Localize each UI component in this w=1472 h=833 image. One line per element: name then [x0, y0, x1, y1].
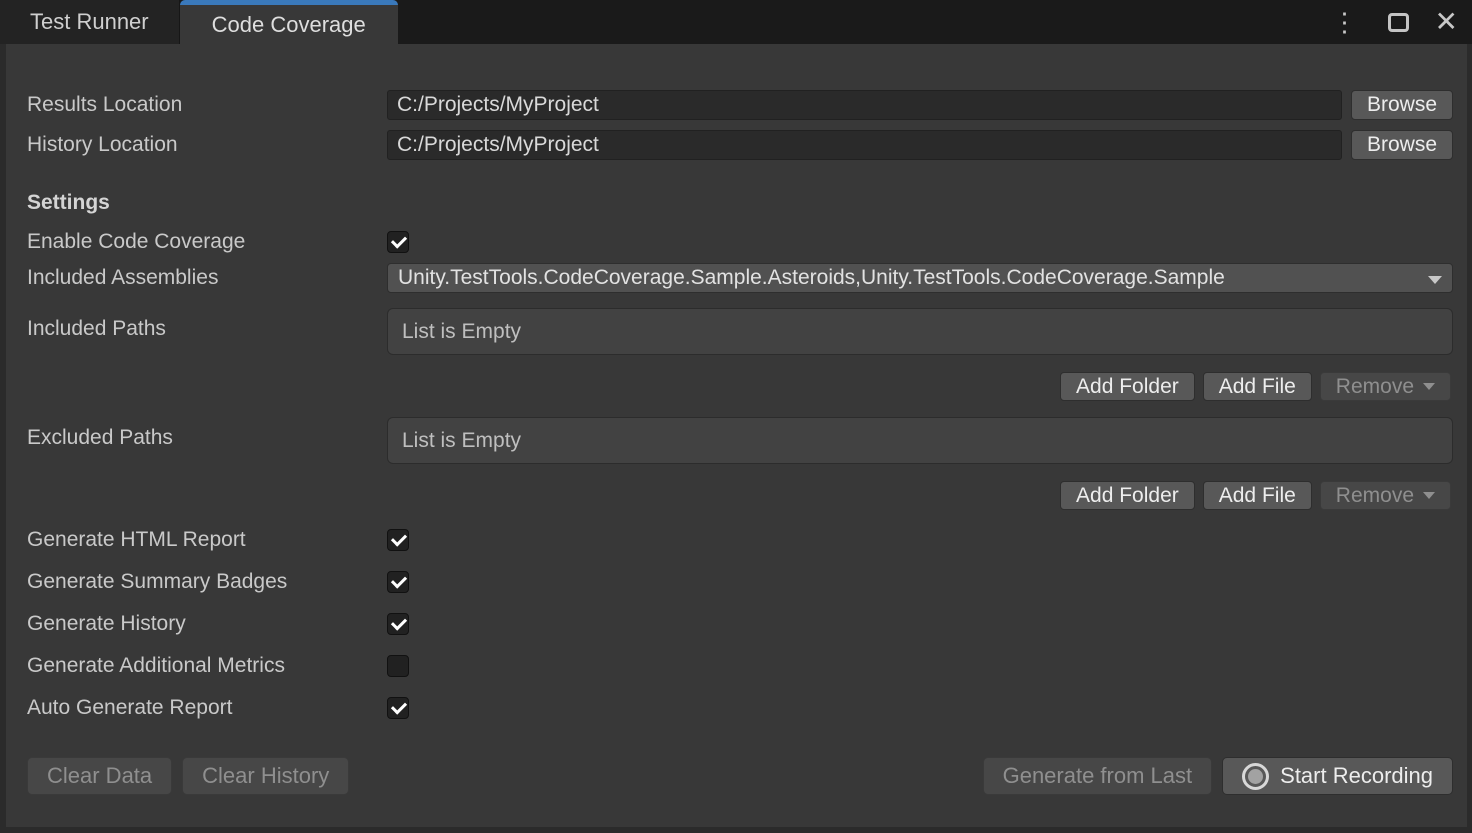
results-location-label: Results Location	[6, 93, 387, 117]
included-remove-button[interactable]: Remove	[1320, 372, 1451, 401]
excluded-remove-label: Remove	[1336, 484, 1414, 508]
chevron-down-icon	[1423, 383, 1435, 390]
generate-additional-metrics-row: Generate Additional Metrics	[6, 654, 1453, 678]
excluded-paths-buttons: Add Folder Add File Remove	[6, 481, 1451, 510]
tab-test-runner-label: Test Runner	[30, 9, 149, 35]
clear-data-button[interactable]: Clear Data	[27, 757, 172, 795]
window-controls: ⋮ ✕	[1328, 0, 1458, 44]
enable-code-coverage-checkbox[interactable]	[387, 231, 409, 253]
generate-summary-badges-label: Generate Summary Badges	[6, 570, 387, 594]
results-location-row: Results Location C:/Projects/MyProject B…	[6, 90, 1453, 120]
excluded-paths-empty-text: List is Empty	[402, 429, 521, 453]
tab-test-runner[interactable]: Test Runner	[0, 0, 180, 44]
tab-code-coverage-label: Code Coverage	[212, 12, 366, 38]
auto-generate-report-label: Auto Generate Report	[6, 696, 387, 720]
results-browse-button[interactable]: Browse	[1351, 90, 1453, 120]
generate-summary-badges-row: Generate Summary Badges	[6, 570, 1453, 594]
record-icon	[1242, 763, 1269, 790]
included-assemblies-value: Unity.TestTools.CodeCoverage.Sample.Aste…	[398, 266, 1225, 290]
excluded-remove-button[interactable]: Remove	[1320, 481, 1451, 510]
enable-code-coverage-label: Enable Code Coverage	[6, 230, 387, 254]
content-area: Results Location C:/Projects/MyProject B…	[6, 44, 1467, 827]
excluded-paths-label: Excluded Paths	[6, 423, 387, 453]
tab-bar: Test Runner Code Coverage ⋮ ✕	[0, 0, 1472, 44]
excluded-paths-row: Excluded Paths List is Empty	[6, 417, 1453, 464]
history-location-label: History Location	[6, 133, 387, 157]
code-coverage-window: Test Runner Code Coverage ⋮ ✕ Results Lo…	[0, 0, 1472, 833]
chevron-down-icon	[1428, 276, 1442, 284]
included-assemblies-dropdown[interactable]: Unity.TestTools.CodeCoverage.Sample.Aste…	[387, 263, 1453, 293]
auto-generate-report-checkbox[interactable]	[387, 697, 409, 719]
generate-history-checkbox[interactable]	[387, 613, 409, 635]
history-location-input[interactable]: C:/Projects/MyProject	[387, 130, 1342, 160]
start-recording-label: Start Recording	[1280, 763, 1433, 789]
generate-html-report-label: Generate HTML Report	[6, 528, 387, 552]
included-paths-empty-text: List is Empty	[402, 320, 521, 344]
settings-header-row: Settings	[6, 191, 1453, 215]
included-assemblies-row: Included Assemblies Unity.TestTools.Code…	[6, 263, 1453, 293]
clear-history-button[interactable]: Clear History	[182, 757, 349, 795]
generate-history-row: Generate History	[6, 612, 1453, 636]
included-paths-buttons: Add Folder Add File Remove	[6, 372, 1451, 401]
history-location-row: History Location C:/Projects/MyProject B…	[6, 130, 1453, 160]
start-recording-button[interactable]: Start Recording	[1222, 757, 1453, 795]
auto-generate-report-row: Auto Generate Report	[6, 696, 1453, 720]
results-location-input[interactable]: C:/Projects/MyProject	[387, 90, 1342, 120]
included-paths-row: Included Paths List is Empty	[6, 308, 1453, 355]
kebab-menu-icon[interactable]: ⋮	[1328, 9, 1362, 35]
included-paths-list[interactable]: List is Empty	[387, 308, 1453, 355]
generate-summary-badges-checkbox[interactable]	[387, 571, 409, 593]
settings-header: Settings	[6, 191, 110, 215]
tab-code-coverage[interactable]: Code Coverage	[180, 0, 398, 44]
excluded-paths-list[interactable]: List is Empty	[387, 417, 1453, 464]
enable-code-coverage-row: Enable Code Coverage	[6, 230, 1453, 254]
maximize-icon[interactable]	[1388, 13, 1409, 32]
included-remove-label: Remove	[1336, 375, 1414, 399]
chevron-down-icon	[1423, 492, 1435, 499]
footer-left-group: Clear Data Clear History	[27, 757, 349, 795]
generate-additional-metrics-label: Generate Additional Metrics	[6, 654, 387, 678]
generate-html-report-row: Generate HTML Report	[6, 528, 1453, 552]
included-paths-label: Included Paths	[6, 314, 387, 344]
included-add-folder-button[interactable]: Add Folder	[1060, 372, 1195, 401]
generate-additional-metrics-checkbox[interactable]	[387, 655, 409, 677]
included-assemblies-label: Included Assemblies	[6, 266, 387, 290]
included-add-file-button[interactable]: Add File	[1203, 372, 1312, 401]
excluded-add-file-button[interactable]: Add File	[1203, 481, 1312, 510]
close-icon[interactable]: ✕	[1435, 8, 1458, 36]
generate-html-report-checkbox[interactable]	[387, 529, 409, 551]
excluded-add-folder-button[interactable]: Add Folder	[1060, 481, 1195, 510]
history-browse-button[interactable]: Browse	[1351, 130, 1453, 160]
generate-history-label: Generate History	[6, 612, 387, 636]
footer-right-group: Generate from Last Start Recording	[983, 757, 1453, 795]
generate-from-last-button[interactable]: Generate from Last	[983, 757, 1213, 795]
footer-toolbar: Clear Data Clear History Generate from L…	[27, 757, 1453, 795]
